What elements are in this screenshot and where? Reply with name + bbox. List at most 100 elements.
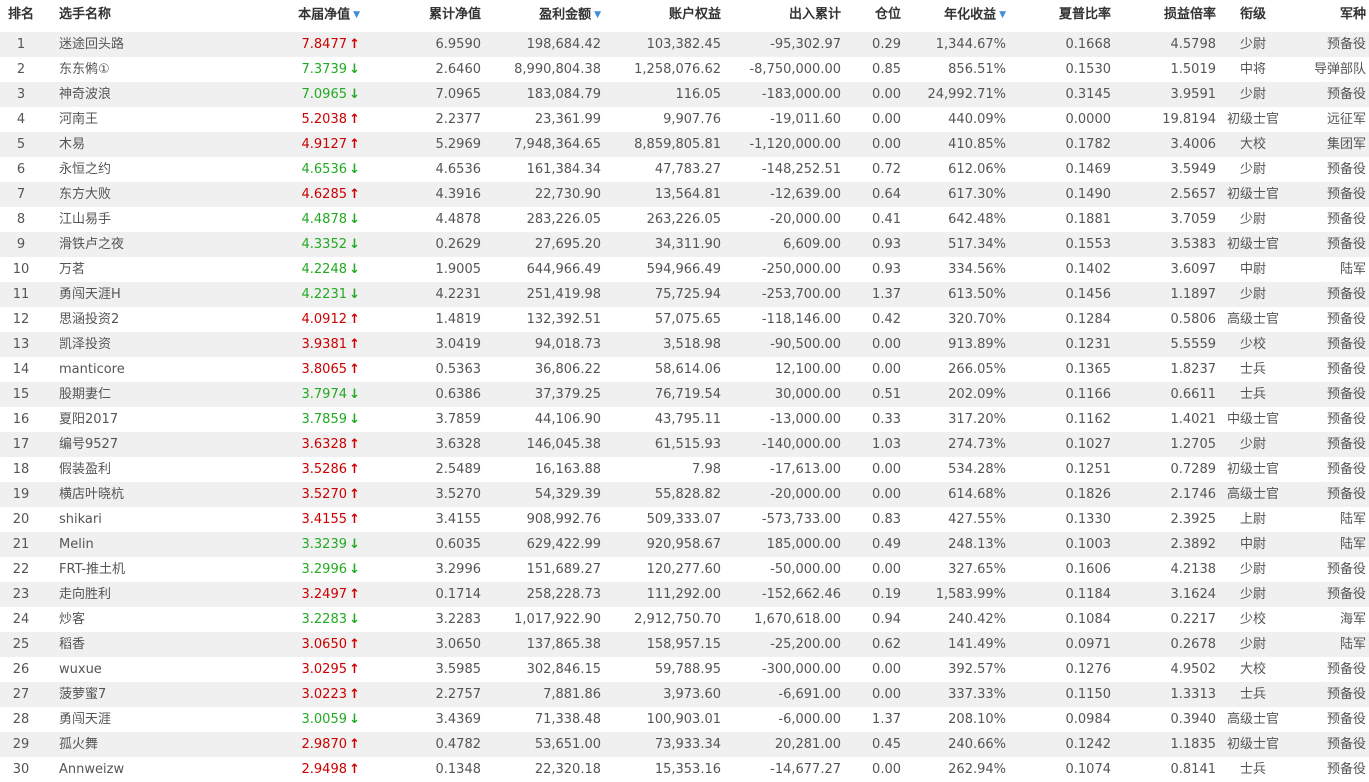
table-row[interactable]: 6 永恒之约 4.6536 ↓ 4.6536 161,384.34 47,783.27 -14… (0, 157, 1369, 182)
up-arrow-icon: ↑ (349, 337, 360, 352)
col-header-profit[interactable]: 盈利金额 ▼ (483, 0, 601, 31)
table-row[interactable]: 28 勇闯天涯 3.0059 ↓ 3.4369 71,338.48 100,903.01 -6… (0, 707, 1369, 732)
player-name[interactable]: 编号9527 (59, 432, 259, 457)
table-row[interactable]: 20 shikari 3.4155 ↑ 3.4155 908,992.76 509,333.… (0, 507, 1369, 532)
week-nav-cell: 3.8065 ↑ (260, 357, 361, 382)
table-row[interactable]: 10 万茗 4.2248 ↓ 1.9005 644,966.49 594,966.49 -25… (0, 257, 1369, 282)
table-row[interactable]: 29 孤火舞 2.9870 ↑ 0.4782 53,651.00 73,933.34 20,2… (0, 732, 1369, 757)
table-row[interactable]: 1 迷途回头路 7.8477 ↑ 6.9590 198,684.42 103,382.45-… (0, 32, 1369, 57)
table-row[interactable]: 7 东方大败 4.6285 ↑ 4.3916 22,730.90 13,564.81 -12,… (0, 182, 1369, 207)
col-header-week-nav[interactable]: 本届净值 ▼ (260, 0, 360, 31)
table-row[interactable]: 19 横店叶晓杭 3.5270 ↑ 3.5270 54,329.39 55,828.82 -2… (0, 482, 1369, 507)
profit-cell: 629,422.99 (526, 537, 601, 552)
table-row[interactable]: 9 滑铁卢之夜 4.3352 ↓ 0.2629 27,695.20 34,311.90 6,6… (0, 232, 1369, 257)
equity-cell: 34,311.90 (654, 237, 721, 252)
week-nav-cell: 4.3352 ↓ (260, 232, 361, 257)
cum-nav-cell: 2.2757 (435, 687, 482, 702)
table-row[interactable]: 3 神奇波浪 7.0965 ↓ 7.0965 183,084.79 116.05 -183,0… (0, 82, 1369, 107)
player-name[interactable]: 神奇波浪 (59, 82, 259, 107)
player-name[interactable]: 思涵投资2 (59, 307, 259, 332)
table-row[interactable]: 23 走向胜利 3.2497 ↑ 0.1714 258,228.73 111,292.00-… (0, 582, 1369, 607)
profit-cell: 71,338.48 (534, 712, 601, 727)
player-name[interactable]: 走向胜利 (59, 582, 259, 607)
col-header-flow[interactable]: 出入累计 (723, 0, 841, 30)
annual-cell: 427.55% (948, 512, 1006, 527)
cum-nav-cell: 0.1714 (435, 587, 482, 602)
equity-cell: 59,788.95 (654, 662, 721, 677)
player-name[interactable]: 凯泽投资 (59, 332, 259, 357)
table-row[interactable]: 24 炒客 3.2283 ↓ 3.2283 1,017,922.90 2,912,750.7… (0, 607, 1369, 632)
table-row[interactable]: 2 东东鸺① 7.3739 ↓ 2.6460 8,990,804.38 1,258,076.… (0, 57, 1369, 82)
table-row[interactable]: 11 勇闯天涯H 4.2231 ↓ 4.2231 251,419.98 75,725.94-… (0, 282, 1369, 307)
flow-cell: 20,281.00 (774, 737, 841, 752)
player-name[interactable]: 假装盈利 (59, 457, 259, 482)
cum-nav-cell: 3.0419 (435, 337, 482, 352)
table-row[interactable]: 18 假装盈利 3.5286 ↑ 2.5489 16,163.88 7.98 -17,613.… (0, 457, 1369, 482)
table-row[interactable]: 8 江山易手 4.4878 ↓ 4.4878 283,226.05 263,226.05 -2… (0, 207, 1369, 232)
table-row[interactable]: 5 木易 4.9127 ↑ 5.2969 7,948,364.65 8,859,805.81… (0, 132, 1369, 157)
sort-down-triangle-icon[interactable]: ▼ (594, 0, 601, 30)
player-name[interactable]: 勇闯天涯 (59, 707, 259, 732)
week-nav-value: 5.2038 (301, 112, 348, 127)
col-header-plr[interactable]: 损益倍率 (1113, 0, 1216, 30)
table-row[interactable]: 16 夏阳2017 3.7859 ↓ 3.7859 44,106.90 43,795.11-… (0, 407, 1369, 432)
table-row[interactable]: 30 Annweizw 2.9498 ↑ 0.1348 22,320.18 15,353.1… (0, 757, 1369, 782)
equity-cell: 3,973.60 (663, 687, 721, 702)
table-row[interactable]: 4 河南王 5.2038 ↑ 2.2377 23,361.99 9,907.76 -19,01… (0, 107, 1369, 132)
ranking-table: 排名 选手名称 本届净值 ▼ 累计净值 盈利金额 ▼ 账户权益 出入累计 仓位 年化… (0, 0, 1369, 782)
table-row[interactable]: 22 FRT-推土机 3.2996 ↓ 3.2996 151,689.27 120,277.… (0, 557, 1369, 582)
player-name[interactable]: 勇闯天涯H (59, 282, 259, 307)
flow-cell: -25,200.00 (770, 637, 841, 652)
sharpe-cell: 0.1826 (1065, 487, 1112, 502)
player-name[interactable]: 稻香 (59, 632, 259, 657)
table-row[interactable]: 14 manticore 3.8065 ↑ 0.5363 36,806.22 58,614.… (0, 357, 1369, 382)
player-name[interactable]: 股期妻仁 (59, 382, 259, 407)
week-nav-value: 3.2996 (301, 562, 348, 577)
table-row[interactable]: 13 凯泽投资 3.9381 ↑ 3.0419 94,018.73 3,518.98 -90,… (0, 332, 1369, 357)
player-name[interactable]: shikari (59, 507, 259, 532)
col-header-sharpe[interactable]: 夏普比率 (1010, 0, 1111, 30)
player-name[interactable]: 东东鸺① (59, 57, 259, 82)
player-name[interactable]: wuxue (59, 657, 259, 682)
table-row[interactable]: 25 稻香 3.0650 ↑ 3.0650 137,865.38 158,957.15 -25… (0, 632, 1369, 657)
player-name[interactable]: 东方大败 (59, 182, 259, 207)
player-name[interactable]: Annweizw (59, 757, 259, 782)
col-header-cum-nav[interactable]: 累计净值 (380, 0, 481, 30)
up-arrow-icon: ↑ (349, 137, 360, 152)
sort-down-triangle-icon[interactable]: ▼ (999, 0, 1006, 30)
sharpe-cell: 0.0971 (1065, 637, 1112, 652)
sharpe-cell: 0.1166 (1065, 387, 1112, 402)
player-name[interactable]: 横店叶晓杭 (59, 482, 259, 507)
col-header-annual[interactable]: 年化收益 ▼ (905, 0, 1006, 31)
col-header-title-rank[interactable]: 衔级 (1222, 0, 1284, 30)
table-row[interactable]: 21 Melin 3.3239 ↓ 0.6035 629,422.99 920,958.67… (0, 532, 1369, 557)
table-row[interactable]: 27 菠萝蜜7 3.0223 ↑ 2.2757 7,881.86 3,973.60 -6,69… (0, 682, 1369, 707)
table-row[interactable]: 17 编号9527 3.6328 ↑ 3.6328 146,045.38 61,515.93… (0, 432, 1369, 457)
player-name[interactable]: 孤火舞 (59, 732, 259, 757)
down-arrow-icon: ↓ (349, 387, 360, 402)
col-header-equity[interactable]: 账户权益 (603, 0, 721, 30)
table-row[interactable]: 26 wuxue 3.0295 ↑ 3.5985 302,846.15 59,788.95-… (0, 657, 1369, 682)
player-name[interactable]: manticore (59, 357, 259, 382)
sort-down-triangle-icon[interactable]: ▼ (353, 0, 360, 30)
table-row[interactable]: 12 思涵投资2 4.0912 ↑ 1.4819 132,392.51 57,075.65-… (0, 307, 1369, 332)
player-name[interactable]: 永恒之约 (59, 157, 259, 182)
player-name[interactable]: 江山易手 (59, 207, 259, 232)
player-name[interactable]: 万茗 (59, 257, 259, 282)
position-cell: 0.00 (872, 662, 901, 677)
table-row[interactable]: 15 股期妻仁 3.7974 ↓ 0.6386 37,379.25 76,719.54 30,… (0, 382, 1369, 407)
player-name[interactable]: 迷途回头路 (59, 32, 259, 57)
profit-cell: 183,084.79 (526, 87, 601, 102)
player-name[interactable]: 炒客 (59, 607, 259, 632)
player-name[interactable]: 滑铁卢之夜 (59, 232, 259, 257)
player-name[interactable]: FRT-推土机 (59, 557, 259, 582)
col-header-army[interactable]: 军种 (1300, 0, 1366, 30)
player-name[interactable]: 菠萝蜜7 (59, 682, 259, 707)
player-name[interactable]: Melin (59, 532, 259, 557)
col-header-position[interactable]: 仓位 (845, 0, 901, 30)
week-nav-value: 3.0223 (301, 687, 348, 702)
player-name[interactable]: 河南王 (59, 107, 259, 132)
sharpe-cell: 0.0000 (1065, 112, 1112, 127)
player-name[interactable]: 夏阳2017 (59, 407, 259, 432)
player-name[interactable]: 木易 (59, 132, 259, 157)
